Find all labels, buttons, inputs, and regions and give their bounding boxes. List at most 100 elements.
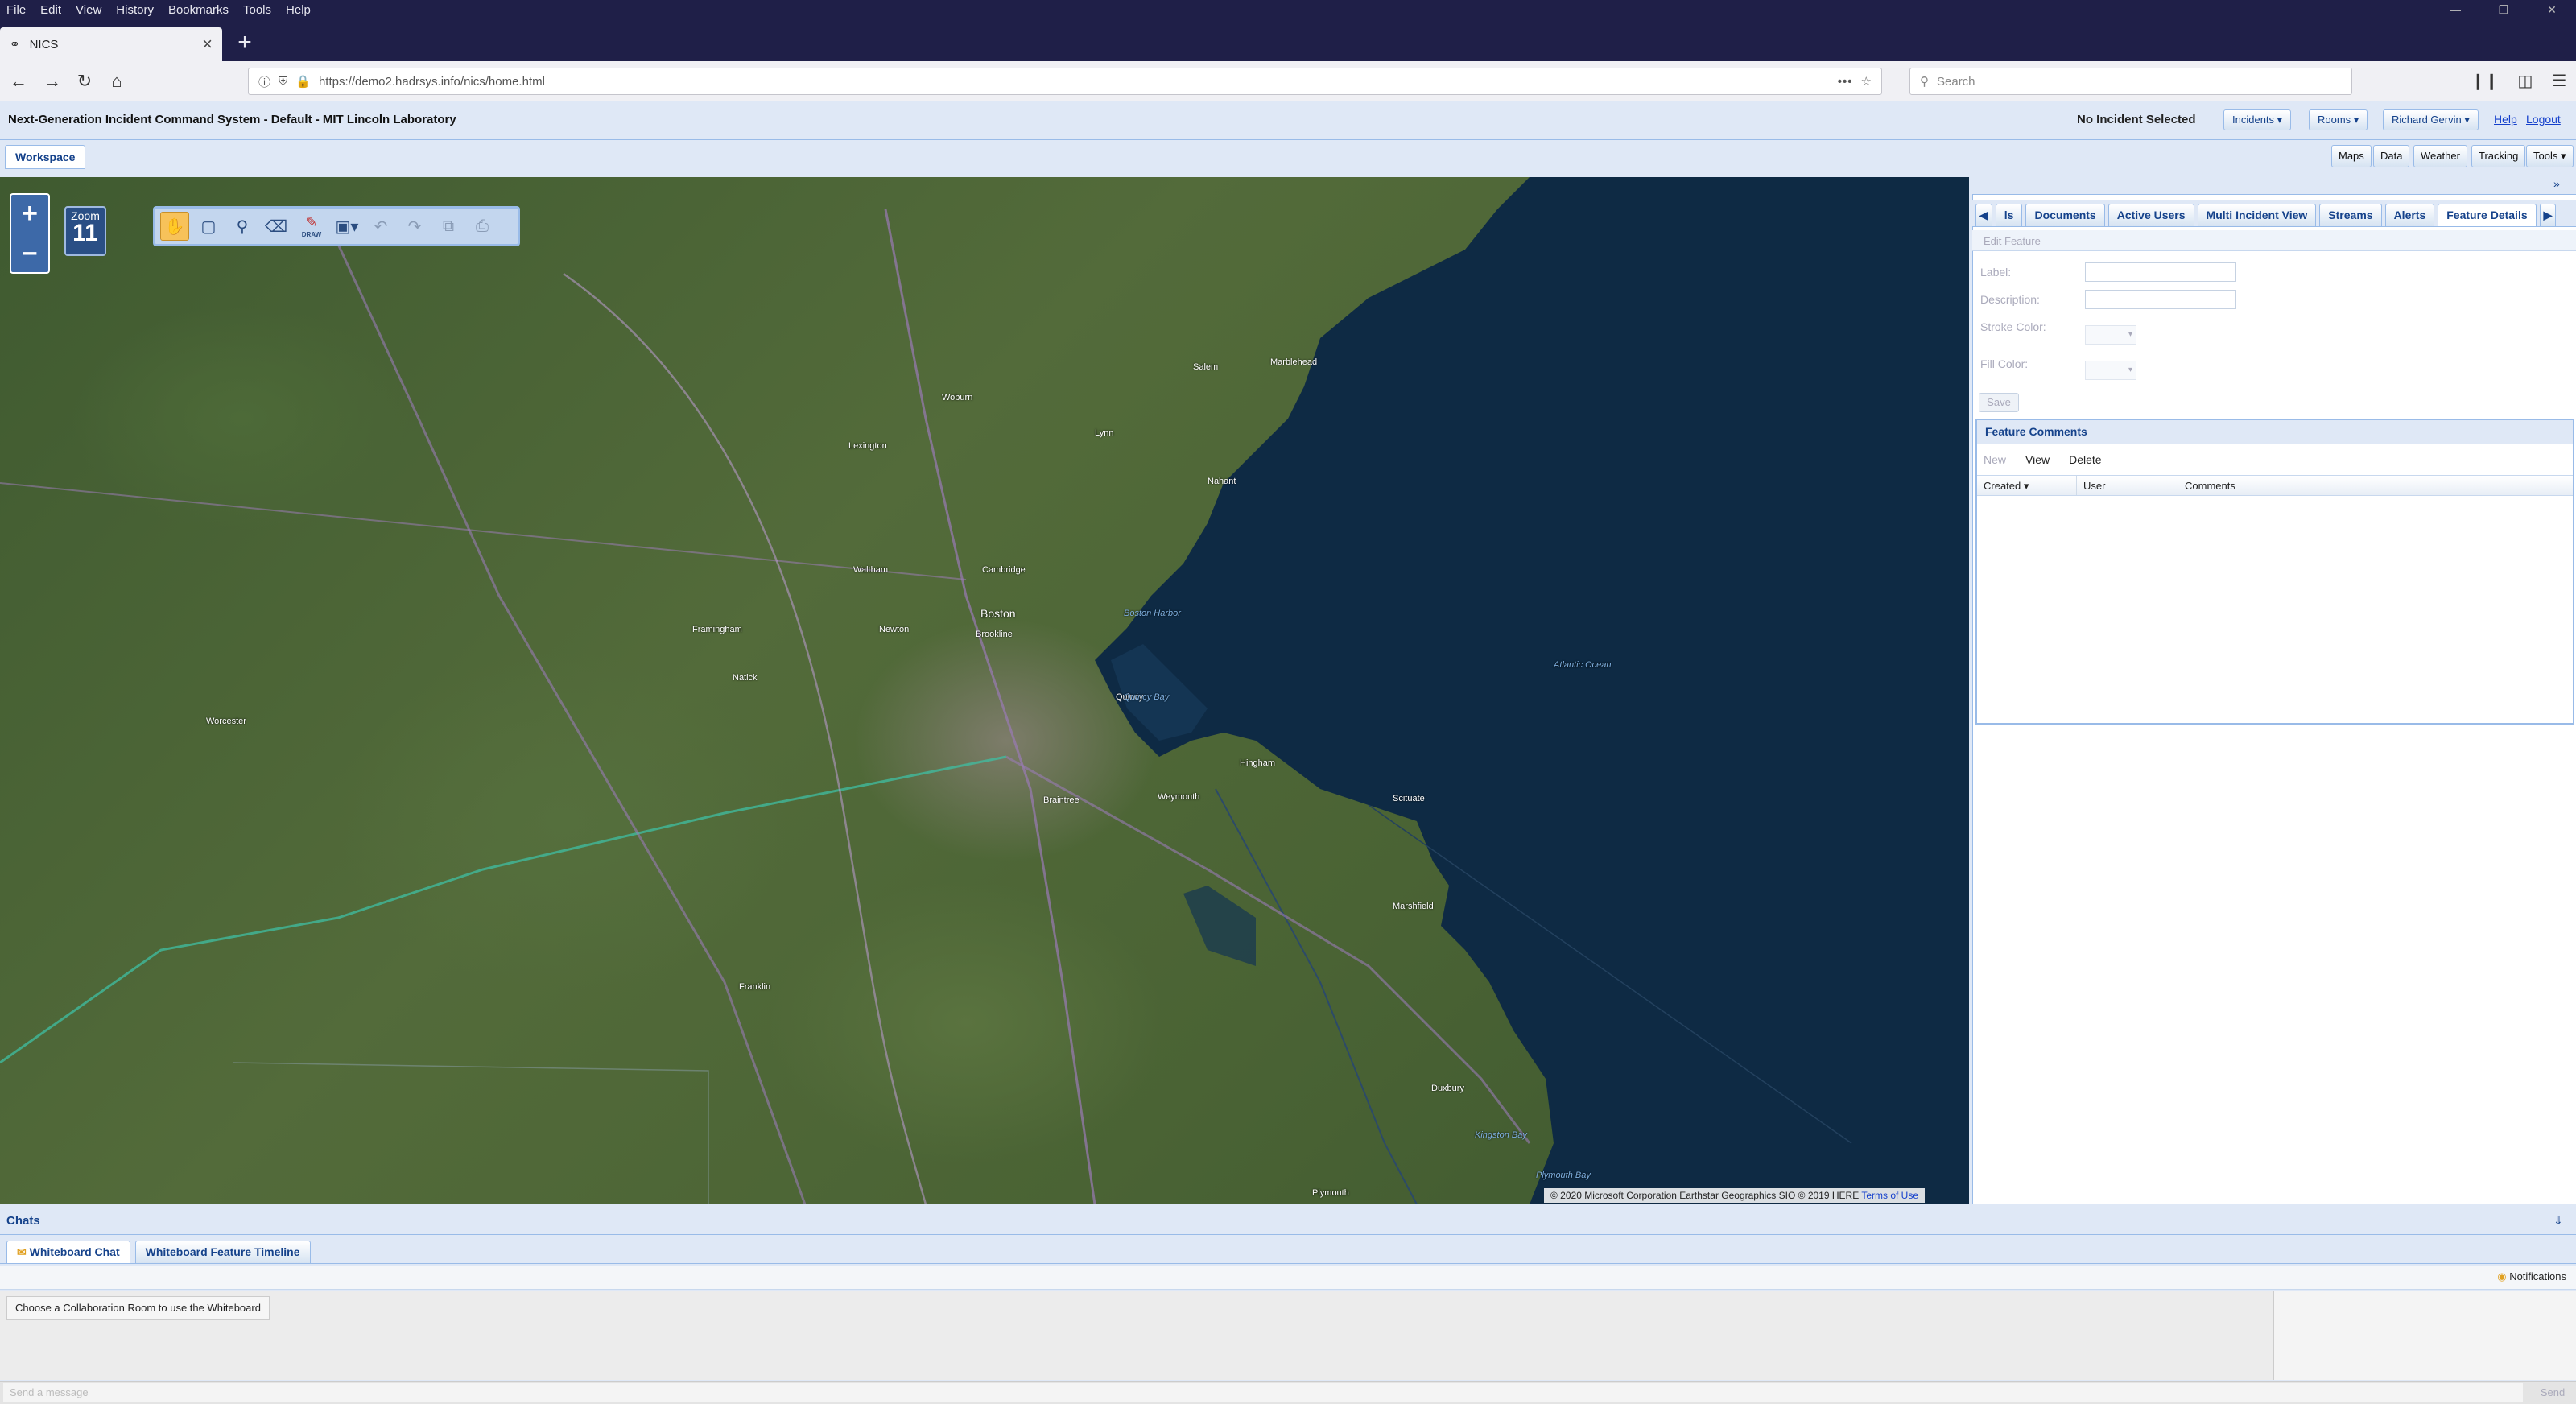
- collapse-right-panel-icon[interactable]: »: [2553, 177, 2560, 190]
- tools-label: Tools: [2533, 150, 2558, 162]
- column-comments[interactable]: Comments: [2178, 476, 2573, 495]
- fill-color-picker[interactable]: ▾: [2085, 361, 2136, 380]
- tab-workspace[interactable]: Workspace: [5, 145, 86, 169]
- map-label-kingston-bay: Kingston Bay: [1475, 1130, 1527, 1140]
- page-actions-icon[interactable]: •••: [1838, 75, 1853, 89]
- restore-icon[interactable]: ❐: [2479, 0, 2528, 19]
- view-comment-button[interactable]: View: [2025, 453, 2050, 466]
- zoom-in-button[interactable]: +: [11, 195, 48, 233]
- description-input[interactable]: [2085, 290, 2236, 309]
- box-select-icon[interactable]: ▢: [194, 212, 223, 241]
- library-icon[interactable]: ❙❙: [2471, 68, 2499, 95]
- whiteboard-room-prompt: Choose a Collaboration Room to use the W…: [6, 1296, 270, 1320]
- tab-streams[interactable]: Streams: [2319, 204, 2382, 226]
- draw-pencil-button[interactable]: ✎ DRAW: [295, 212, 328, 241]
- data-button[interactable]: Data: [2373, 145, 2410, 167]
- stroke-color-picker[interactable]: ▾: [2085, 325, 2136, 345]
- map-label-weymouth: Weymouth: [1158, 792, 1200, 802]
- reload-icon[interactable]: ↻: [71, 68, 98, 95]
- paste-icon[interactable]: ⎙: [468, 212, 497, 241]
- menu-bookmarks[interactable]: Bookmarks: [168, 3, 229, 17]
- tab-scroll-left-icon[interactable]: ◀: [1975, 204, 1992, 226]
- notifications-button[interactable]: ◉ Notifications: [2497, 1270, 2566, 1283]
- map-canvas[interactable]: Boston Cambridge Brookline Newton Waltha…: [0, 177, 1969, 1204]
- incidents-menu-button[interactable]: Incidents ▾: [2223, 109, 2292, 130]
- shield-icon[interactable]: ⛨: [279, 75, 287, 89]
- map-label-franklin: Franklin: [739, 982, 771, 992]
- tab-whiteboard-feature-timeline[interactable]: Whiteboard Feature Timeline: [134, 1241, 311, 1263]
- maps-button[interactable]: Maps: [2331, 145, 2372, 167]
- map-label-brookline: Brookline: [976, 630, 1013, 639]
- menu-file[interactable]: File: [6, 3, 26, 17]
- label-input[interactable]: [2085, 262, 2236, 282]
- pan-hand-icon[interactable]: ✋: [160, 212, 189, 241]
- eraser-icon[interactable]: ⌫: [262, 212, 291, 241]
- browser-menubar: File Edit View History Bookmarks Tools H…: [0, 0, 2576, 19]
- collapse-chats-icon[interactable]: ⇓: [2553, 1214, 2563, 1228]
- menu-view[interactable]: View: [76, 3, 101, 17]
- sort-desc-icon: ▾: [2023, 480, 2029, 492]
- send-button[interactable]: Send: [2533, 1383, 2573, 1402]
- tab-truncated[interactable]: ls: [1995, 204, 2023, 226]
- map-label-plymouth-bay: Plymouth Bay: [1536, 1171, 1591, 1180]
- tab-active-users[interactable]: Active Users: [2107, 204, 2194, 226]
- app-title: Next-Generation Incident Command System …: [8, 113, 456, 126]
- menu-edit[interactable]: Edit: [40, 3, 61, 17]
- save-button[interactable]: Save: [1979, 393, 2019, 412]
- logout-link[interactable]: Logout: [2526, 113, 2561, 126]
- info-icon[interactable]: ⓘ: [258, 73, 270, 90]
- home-icon[interactable]: ⌂: [103, 68, 130, 95]
- tab-documents[interactable]: Documents: [2025, 204, 2105, 226]
- stroke-color-field-label: Stroke Color:: [1980, 320, 2046, 333]
- comments-grid-header: Created ▾ User Comments: [1977, 475, 2573, 496]
- hamburger-menu-icon[interactable]: ☰: [2552, 68, 2566, 95]
- help-link[interactable]: Help: [2494, 113, 2517, 126]
- tracking-button[interactable]: Tracking: [2471, 145, 2526, 167]
- incidents-label: Incidents: [2232, 114, 2275, 126]
- menu-help[interactable]: Help: [286, 3, 311, 17]
- menu-history[interactable]: History: [116, 3, 154, 17]
- delete-comment-button[interactable]: Delete: [2069, 453, 2101, 466]
- message-input[interactable]: Send a message: [3, 1383, 2523, 1402]
- right-panel-header: [1972, 176, 2576, 195]
- sidebar-icon[interactable]: ◫: [2518, 68, 2533, 95]
- menu-tools[interactable]: Tools: [243, 3, 271, 17]
- new-tab-button[interactable]: +: [230, 29, 259, 58]
- image-menu-icon[interactable]: ▣▾: [332, 212, 361, 241]
- bookmark-star-icon[interactable]: ☆: [1861, 74, 1872, 89]
- map-label-nahant: Nahant: [1208, 477, 1236, 486]
- copy-icon[interactable]: ⧉: [434, 212, 463, 241]
- notifications-label: Notifications: [2509, 1270, 2566, 1282]
- zoom-out-button[interactable]: –: [11, 233, 48, 272]
- close-window-icon[interactable]: ✕: [2528, 0, 2576, 19]
- tab-whiteboard-chat[interactable]: ✉ Whiteboard Chat: [6, 1241, 130, 1263]
- close-tab-icon[interactable]: ×: [202, 34, 213, 55]
- search-input[interactable]: ⚲ Search: [1909, 68, 2352, 95]
- tab-feature-details[interactable]: Feature Details: [2438, 204, 2537, 226]
- user-label: Richard Gervin: [2392, 114, 2462, 126]
- pencil-icon: ✎: [305, 214, 318, 230]
- tab-alerts[interactable]: Alerts: [2384, 204, 2435, 226]
- map-label-framingham: Framingham: [692, 625, 742, 634]
- url-text[interactable]: https://demo2.hadrsys.info/nics/home.htm…: [319, 75, 545, 89]
- terms-of-use-link[interactable]: Terms of Use: [1861, 1190, 1918, 1201]
- redo-icon[interactable]: ↷: [400, 212, 429, 241]
- back-icon[interactable]: ←: [5, 68, 32, 95]
- column-user[interactable]: User: [2077, 476, 2178, 495]
- lock-icon[interactable]: 🔒: [295, 74, 311, 89]
- url-bar[interactable]: ⓘ ⛨ 🔒 https://demo2.hadrsys.info/nics/ho…: [248, 68, 1882, 95]
- rooms-menu-button[interactable]: Rooms ▾: [2309, 109, 2368, 130]
- tab-multi-incident-view[interactable]: Multi Incident View: [2197, 204, 2317, 226]
- zoom-select-icon[interactable]: ⚲: [228, 212, 257, 241]
- minimize-icon[interactable]: —: [2431, 0, 2479, 19]
- column-created[interactable]: Created ▾: [1977, 476, 2077, 495]
- tab-scroll-right-icon[interactable]: ▶: [2539, 204, 2557, 226]
- attribution-text: © 2020 Microsoft Corporation Earthstar G…: [1550, 1190, 1860, 1201]
- weather-button[interactable]: Weather: [2413, 145, 2467, 167]
- tools-button[interactable]: Tools ▾: [2526, 145, 2574, 167]
- user-menu-button[interactable]: Richard Gervin ▾: [2383, 109, 2479, 130]
- browser-tab[interactable]: ⚭ NICS ×: [0, 27, 222, 61]
- undo-icon[interactable]: ↶: [366, 212, 395, 241]
- new-comment-button[interactable]: New: [1984, 453, 2006, 466]
- forward-icon[interactable]: →: [39, 68, 66, 95]
